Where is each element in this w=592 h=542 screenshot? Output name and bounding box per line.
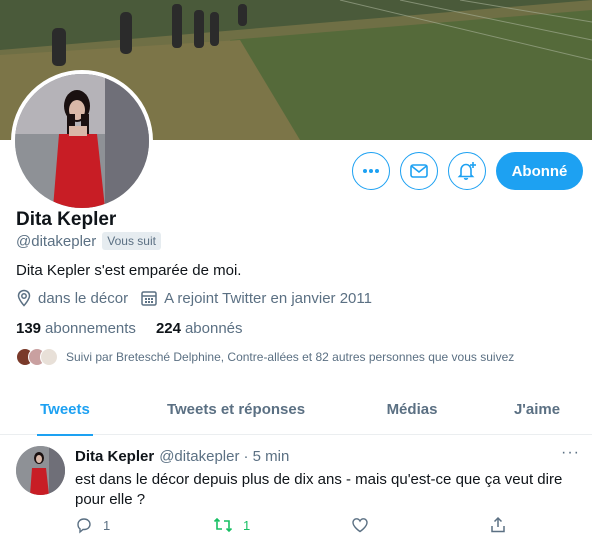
reply-button[interactable]: 1 [75,516,213,534]
profile-actions: Abonné [352,152,583,190]
calendar-icon [141,291,157,306]
following-count: 139 [16,320,42,337]
tweet-header: Dita Kepler @ditakepler · 5 min [75,448,289,465]
location-pin-icon [17,289,31,307]
tweet-author-name[interactable]: Dita Kepler [75,448,154,465]
reply-count: 1 [103,517,111,533]
tweet-actions: 1 1 [75,516,592,534]
heart-icon [352,518,368,533]
tweet-text: est dans le décor depuis plus de dix ans… [75,471,563,508]
followed-by-row[interactable]: Suivi par Bretesché Delphine, Contre-all… [16,348,514,366]
retweet-count: 1 [243,517,251,533]
retweet-icon [213,517,233,533]
profile-location-text: dans le décor [38,289,129,307]
followers-count-link[interactable]: 224 abonnés [156,320,243,337]
tweet-avatar[interactable] [16,446,65,495]
followers-label: abonnés [184,320,243,337]
profile-handle: @ditakepler [16,232,97,250]
followed-by-text: Suivi par Bretesché Delphine, Contre-all… [66,350,515,364]
retweet-button[interactable]: 1 [213,516,351,534]
tab-tweets[interactable]: Tweets [0,383,130,435]
share-button[interactable] [489,516,592,534]
more-options-button[interactable] [352,152,390,190]
reply-icon [77,518,91,534]
profile-location: dans le décor [16,289,128,307]
following-label: abonnements [45,320,136,337]
following-count-link[interactable]: 139 abonnements [16,320,136,337]
profile-bio: Dita Kepler s'est emparée de moi. [16,262,242,279]
profile-counts: 139 abonnements 224 abonnés [16,320,263,337]
notifications-button[interactable] [448,152,486,190]
profile-joined: A rejoint Twitter en janvier 2011 [140,289,372,307]
profile-name: Dita Kepler [16,209,117,230]
follows-you-badge: Vous suit [102,232,161,250]
tweet-more-button[interactable]: ··· [561,444,580,462]
profile-avatar[interactable] [11,70,153,212]
envelope-icon [410,164,428,178]
tweet-time[interactable]: · 5 min [243,448,289,465]
more-icon [363,169,379,173]
message-button[interactable] [400,152,438,190]
bell-plus-icon [457,162,476,180]
following-button[interactable]: Abonné [496,152,583,190]
share-icon [491,516,505,533]
profile-tabs: Tweets Tweets et réponses Médias J'aime [0,383,592,435]
tab-likes[interactable]: J'aime [482,383,592,435]
profile-joined-text: A rejoint Twitter en janvier 2011 [164,289,372,307]
tab-tweets-and-replies[interactable]: Tweets et réponses [130,383,342,435]
tweet[interactable]: Dita Kepler @ditakepler · 5 min ··· est … [0,436,592,542]
profile-handle-row: @ditakepler Vous suit [16,232,161,250]
follower-avatar [40,348,58,366]
profile-meta: dans le décor A rejoint Twitter en janvi… [16,289,384,307]
followers-count: 224 [155,320,181,337]
like-button[interactable] [351,516,489,534]
tab-media[interactable]: Médias [342,383,482,435]
tweet-author-handle[interactable]: @ditakepler [159,448,239,465]
